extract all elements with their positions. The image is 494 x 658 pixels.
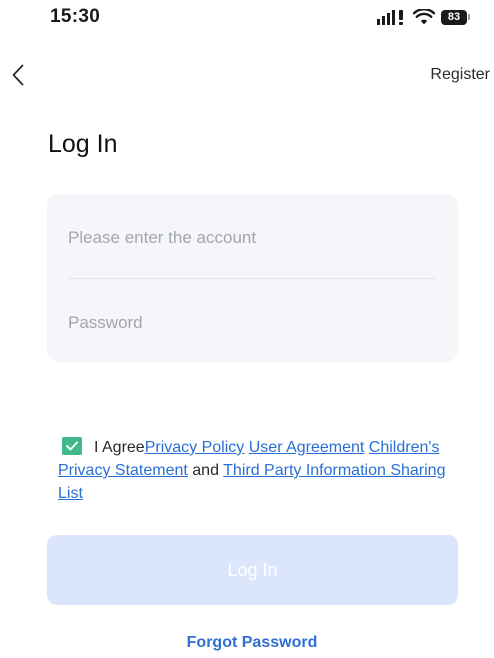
privacy-policy-link[interactable]: Privacy Policy: [145, 439, 245, 456]
checkmark-icon: [66, 441, 78, 451]
field-divider: [68, 278, 436, 279]
battery-cap: [468, 14, 470, 20]
back-button[interactable]: [6, 60, 30, 90]
password-input[interactable]: [68, 303, 436, 343]
register-link[interactable]: Register: [430, 66, 490, 84]
battery-icon: 83: [441, 9, 470, 25]
chevron-left-icon: [12, 64, 24, 86]
wifi-icon: [413, 9, 435, 25]
signal-icon: [377, 10, 403, 25]
status-icons: 83: [377, 8, 470, 26]
battery-level: 83: [441, 9, 467, 25]
status-time: 15:30: [50, 6, 101, 27]
forgot-password-link[interactable]: Forgot Password: [0, 634, 494, 652]
page-title: Log In: [48, 130, 118, 158]
user-agreement-link[interactable]: User Agreement: [249, 439, 365, 456]
login-form-card: [47, 194, 458, 362]
agree-prefix: I Agree: [94, 439, 145, 456]
agreement-and-text: and: [192, 462, 219, 479]
agreement-text: I AgreePrivacy Policy User Agreement Chi…: [58, 436, 458, 505]
login-button[interactable]: Log In: [47, 535, 458, 605]
login-screen: 15:30 83 Register Log In Please enter th…: [0, 0, 494, 658]
agree-checkbox[interactable]: [62, 437, 82, 455]
account-input[interactable]: [68, 218, 436, 258]
